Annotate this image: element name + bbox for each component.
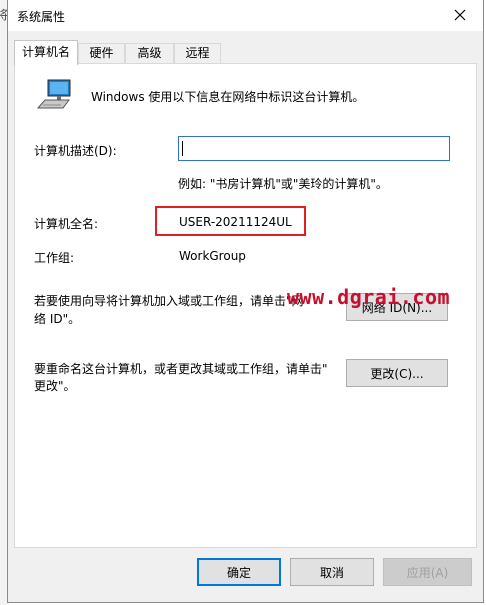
rename-text: 要重命名这台计算机，或者更改其域或工作组，请单击"	[34, 362, 328, 376]
text-caret	[182, 141, 183, 156]
close-button[interactable]	[437, 0, 483, 31]
cancel-button[interactable]: 取消	[290, 558, 374, 586]
network-id-text: 若要使用向导将计算机加入域或工作组，请单击"网	[34, 294, 304, 308]
tab-remote[interactable]: 远程	[174, 43, 221, 64]
watermark-text: www.dgrai.com	[287, 285, 451, 309]
intro-text: Windows 使用以下信息在网络中标识这台计算机。	[91, 90, 365, 104]
network-id-text-line2: 络 ID"。	[34, 312, 81, 326]
computer-icon	[36, 79, 71, 109]
description-label: 计算机描述(D):	[34, 144, 117, 158]
change-button[interactable]: 更改(C)...	[346, 359, 448, 387]
tab-advanced[interactable]: 高级	[125, 43, 174, 64]
example-text: 例如: "书房计算机"或"美玲的计算机"。	[178, 177, 388, 191]
workgroup-value: WorkGroup	[179, 249, 246, 263]
ok-button[interactable]: 确定	[197, 558, 281, 586]
fullname-value: USER-20211124UL	[179, 215, 292, 229]
title-bar[interactable]: 系统属性	[8, 0, 483, 31]
workgroup-label: 工作组:	[34, 251, 75, 265]
fullname-label: 计算机全名:	[34, 217, 99, 231]
rename-text-line2: 更改"。	[34, 379, 76, 393]
tab-hardware[interactable]: 硬件	[78, 43, 125, 64]
close-icon	[454, 9, 466, 21]
description-input[interactable]	[178, 136, 450, 161]
tab-computer-name[interactable]: 计算机名	[14, 40, 78, 65]
window-title: 系统属性	[17, 10, 66, 24]
apply-button[interactable]: 应用(A)	[383, 558, 472, 586]
